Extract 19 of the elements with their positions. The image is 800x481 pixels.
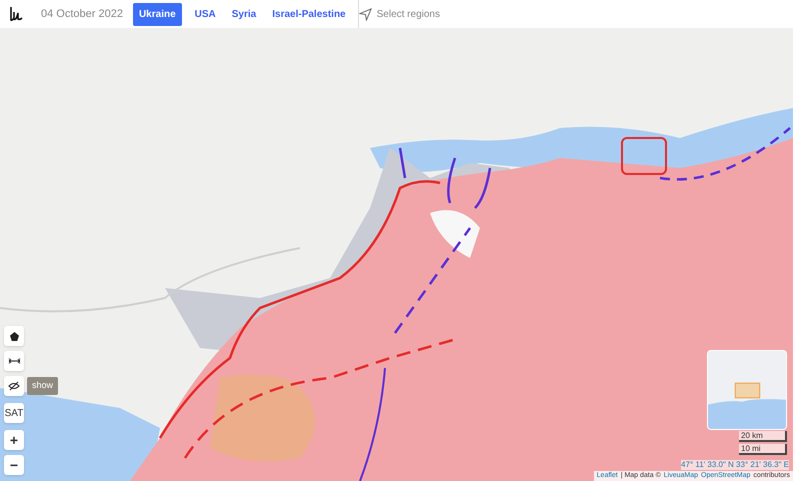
logo-icon[interactable] xyxy=(9,6,23,22)
satellite-button[interactable]: SAT xyxy=(4,403,24,423)
region-tab[interactable]: Ukraine xyxy=(132,2,182,26)
coordinates-label: 47° 11' 33.0" N 33° 21' 36.3" E xyxy=(681,460,789,470)
region-tab[interactable]: Syria xyxy=(228,6,260,22)
ruler-button[interactable] xyxy=(4,351,24,371)
eye-slash-icon xyxy=(8,381,20,391)
hide-layer-button[interactable] xyxy=(4,376,24,396)
date-label: 04 October 2022 xyxy=(41,6,123,22)
scale-bar: 20 km xyxy=(739,431,787,442)
show-button[interactable]: show xyxy=(27,377,58,395)
navigation-arrow-icon xyxy=(358,8,372,20)
zoom-in-button[interactable]: + xyxy=(4,430,24,450)
scale-bar: 10 mi xyxy=(739,444,787,455)
ruler-icon xyxy=(8,358,20,364)
select-regions-button[interactable]: Select regions xyxy=(358,6,440,22)
region-tab[interactable]: USA xyxy=(192,6,219,22)
zoom-out-button[interactable]: − xyxy=(4,455,24,475)
region-tab[interactable]: Israel-Palestine xyxy=(269,6,349,22)
